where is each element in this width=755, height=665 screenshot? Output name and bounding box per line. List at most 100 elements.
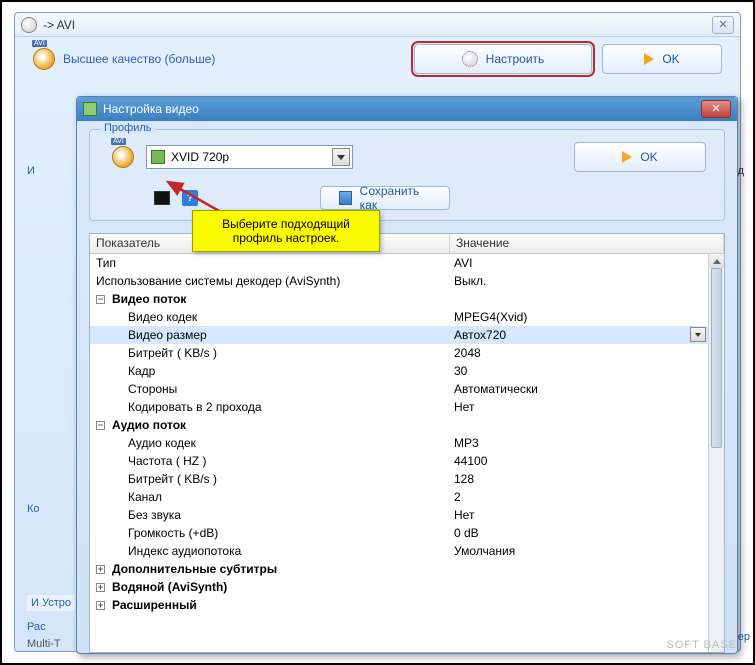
grid-row[interactable]: Битрейт ( KB/s ) 128 xyxy=(90,470,708,488)
row-key: Кодировать в 2 прохода xyxy=(128,398,262,416)
grid-row[interactable]: Использование системы декодер (AviSynth)… xyxy=(90,272,708,290)
grid-row[interactable]: + Дополнительные субтитры xyxy=(90,560,708,578)
row-value[interactable]: Автох720 xyxy=(450,326,708,344)
parent-ok-label: OK xyxy=(662,52,679,66)
expander-icon[interactable]: + xyxy=(96,601,105,610)
grid-row[interactable]: Кодировать в 2 проходаНет xyxy=(90,398,708,416)
row-key: Аудио кодек xyxy=(128,434,196,452)
grid-row[interactable]: −Аудио поток xyxy=(90,416,708,434)
grid-row[interactable]: Канал2 xyxy=(90,488,708,506)
grid-row[interactable]: + Расширенный xyxy=(90,596,708,614)
grid-row[interactable]: Индекс аудиопотока Умолчания xyxy=(90,542,708,560)
quality-block: Высшее качество (больше) xyxy=(33,48,404,70)
parent-close-button[interactable]: ✕ xyxy=(712,16,734,34)
parent-ok-button[interactable]: OK xyxy=(602,44,722,74)
child-close-button[interactable]: ✕ xyxy=(701,100,731,118)
grid-row[interactable]: Громкость (+dB) 0 dB xyxy=(90,524,708,542)
grid-row[interactable]: ТипAVI xyxy=(90,254,708,272)
row-key: Водяной (AviSynth) xyxy=(112,578,227,596)
row-key: Без звука xyxy=(128,506,181,524)
grid-row[interactable]: −Видео поток xyxy=(90,290,708,308)
row-key: Битрейт ( KB/s ) xyxy=(128,470,217,488)
child-ok-label: OK xyxy=(640,150,657,164)
row-key: Расширенный xyxy=(112,596,197,614)
child-title: Настройка видео xyxy=(103,102,199,116)
tooltip-callout: Выберите подходящий профиль настроек. xyxy=(192,210,380,252)
row-value: Нет xyxy=(450,506,708,524)
row-key: Канал xyxy=(128,488,162,506)
avi-format-icon xyxy=(112,146,134,168)
row-value: AVI xyxy=(450,254,708,272)
save-as-label: Сохранить как xyxy=(360,184,431,212)
expander-icon[interactable]: + xyxy=(96,565,105,574)
row-value: Выкл. xyxy=(450,272,708,290)
save-disk-icon xyxy=(339,191,352,205)
grid-row[interactable]: + Водяной (AviSynth) xyxy=(90,578,708,596)
grid-header-value[interactable]: Значение xyxy=(450,234,724,253)
gear-icon xyxy=(462,51,478,67)
grid-row[interactable]: Видео размер Автох720 xyxy=(90,326,708,344)
settings-grid: Показатель Значение ТипAVIИспользование … xyxy=(89,233,725,653)
callout-line1: Выберите подходящий xyxy=(201,217,371,231)
grid-header: Показатель Значение xyxy=(90,234,724,254)
row-value: 2048 xyxy=(450,344,708,362)
expander-icon[interactable]: − xyxy=(96,421,105,430)
grid-row[interactable]: Частота ( HZ ) 44100 xyxy=(90,452,708,470)
child-titlebar: Настройка видео ✕ xyxy=(77,97,737,121)
row-key: Дополнительные субтитры xyxy=(112,560,277,578)
grid-row[interactable]: Аудио кодек MP3 xyxy=(90,434,708,452)
expander-icon[interactable]: − xyxy=(96,295,105,304)
row-key: Стороны xyxy=(128,380,177,398)
callout-line2: профиль настроек. xyxy=(201,231,371,245)
row-key: Кадр xyxy=(128,362,155,380)
row-value xyxy=(450,560,708,578)
row-value xyxy=(450,596,708,614)
row-value: Умолчания xyxy=(450,542,708,560)
profile-value: XVID 720p xyxy=(171,150,229,164)
scroll-thumb[interactable] xyxy=(711,268,722,448)
row-key: Битрейт ( KB/s ) xyxy=(128,344,217,362)
gear-icon xyxy=(21,17,37,33)
grid-row[interactable]: Видео кодекMPEG4(Xvid) xyxy=(90,308,708,326)
quality-label: Высшее качество (больше) xyxy=(63,52,215,66)
row-key: Индекс аудиопотока xyxy=(128,542,241,560)
row-value: 30 xyxy=(450,362,708,380)
grid-row[interactable]: Стороны Автоматически xyxy=(90,380,708,398)
expander-icon[interactable]: + xyxy=(96,583,105,592)
profile-dropdown[interactable]: XVID 720p xyxy=(146,145,353,169)
chevron-down-icon[interactable] xyxy=(332,148,350,166)
row-key: Аудио поток xyxy=(112,416,186,434)
parent-toolbar: Высшее качество (больше) Настроить OK xyxy=(15,37,740,81)
child-ok-button[interactable]: OK xyxy=(574,142,706,172)
row-key: Использование системы декодер (AviSynth) xyxy=(96,272,340,290)
row-value xyxy=(450,416,708,434)
row-key: Видео поток xyxy=(112,290,186,308)
chevron-down-icon[interactable] xyxy=(690,327,706,342)
grid-row[interactable]: Битрейт ( KB/s ) 2048 xyxy=(90,344,708,362)
arrow-right-icon xyxy=(644,53,654,65)
bg-text: Ко xyxy=(27,503,40,515)
row-value: 0 dB xyxy=(450,524,708,542)
grid-row[interactable]: Без звука Нет xyxy=(90,506,708,524)
watermark: SOFT BASE xyxy=(666,639,737,651)
row-value: Автоматически xyxy=(450,380,708,398)
configure-button[interactable]: Настроить xyxy=(414,44,592,74)
grid-row[interactable]: Кадр 30 xyxy=(90,362,708,380)
scroll-up-icon[interactable] xyxy=(709,254,724,268)
avi-format-icon xyxy=(33,48,55,70)
profile-legend: Профиль xyxy=(100,122,156,134)
row-key: Громкость (+dB) xyxy=(128,524,218,542)
bg-text: И Устро xyxy=(27,595,75,611)
parent-titlebar: -> AVI ✕ xyxy=(15,13,740,37)
row-value: 44100 xyxy=(450,452,708,470)
row-key: Частота ( HZ ) xyxy=(128,452,206,470)
row-value xyxy=(450,578,708,596)
row-value: 128 xyxy=(450,470,708,488)
bg-text: И xyxy=(27,165,35,177)
vertical-scrollbar[interactable] xyxy=(708,254,724,652)
video-icon xyxy=(83,102,97,116)
row-key: Видео кодек xyxy=(128,308,197,326)
row-key: Видео размер xyxy=(128,326,207,344)
save-as-button[interactable]: Сохранить как xyxy=(320,186,450,210)
row-value: MP3 xyxy=(450,434,708,452)
